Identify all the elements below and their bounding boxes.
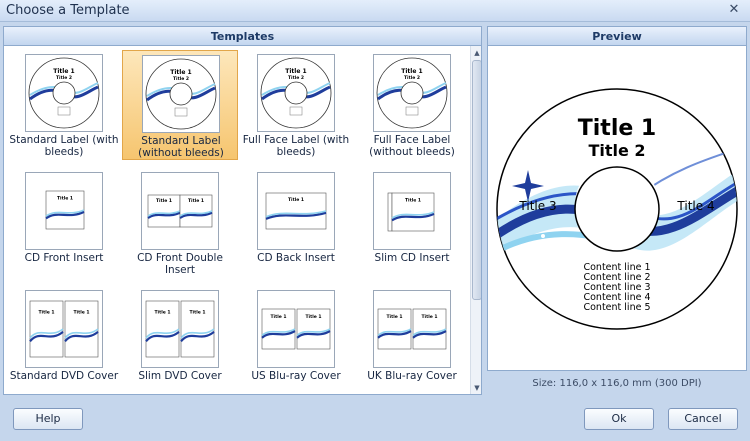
template-label: Slim CD Insert	[374, 252, 450, 264]
svg-text:Title 1: Title 1	[285, 68, 306, 75]
svg-text:Title 1: Title 1	[38, 309, 54, 315]
template-thumbnail: Title 1 Title 1	[141, 172, 219, 250]
template-tile[interactable]: Title 1 Title 2 Full Face Label (without…	[354, 50, 470, 160]
templates-list: Title 1 Title 2 Standard Label (with ble…	[3, 46, 482, 395]
svg-text:Title 1: Title 1	[170, 69, 191, 76]
svg-text:Title 2: Title 2	[288, 75, 304, 81]
preview-content-line: Content line 5	[583, 302, 650, 313]
template-tile[interactable]: Title 1 Title 1 US Blu-ray Cover	[238, 286, 354, 394]
template-thumbnail: Title 1 Title 1	[257, 290, 335, 368]
ok-button[interactable]: Ok	[584, 408, 654, 430]
preview-title3: Title 3	[518, 199, 556, 213]
template-tile[interactable]: Title 1 Title 1 Slim DVD Cover	[122, 286, 238, 394]
svg-text:Title 1: Title 1	[305, 314, 321, 320]
template-label: CD Front Double Insert	[137, 252, 223, 276]
cancel-button[interactable]: Cancel	[668, 408, 738, 430]
title-bar: Choose a Template ✕	[0, 0, 750, 22]
svg-text:Title 1: Title 1	[156, 198, 172, 204]
template-thumbnail: Title 1 Title 1	[25, 290, 103, 368]
template-tile[interactable]: Title 1 Slim CD Insert	[354, 168, 470, 278]
scroll-up-icon[interactable]: ▲	[471, 47, 481, 59]
template-thumbnail: Title 1 Title 2	[142, 55, 220, 133]
window-title: Choose a Template	[6, 3, 130, 18]
preview-disc: Title 1 Title 2 Title 3 Title 4 Content …	[496, 88, 738, 330]
template-label: Full Face Label (without bleeds)	[369, 134, 455, 158]
svg-text:Title 1: Title 1	[270, 314, 286, 320]
preview-panel: Title 1 Title 2 Title 3 Title 4 Content …	[487, 46, 747, 371]
preview-title2: Title 2	[588, 141, 645, 160]
template-thumbnail: Title 1 Title 2	[373, 54, 451, 132]
svg-text:Title 1: Title 1	[73, 309, 89, 315]
size-info: Size: 116,0 x 116,0 mm (300 DPI)	[532, 378, 702, 389]
template-thumbnail: Title 1	[257, 172, 335, 250]
template-tile[interactable]: Title 1 CD Back Insert	[238, 168, 354, 278]
template-tile[interactable]: Title 1 Title 1 UK Blu-ray Cover	[354, 286, 470, 394]
svg-text:Title 1: Title 1	[154, 309, 170, 315]
svg-text:Title 1: Title 1	[188, 198, 204, 204]
template-tile[interactable]: Title 1 Title 1 Standard DVD Cover	[6, 286, 122, 394]
svg-text:Title 2: Title 2	[404, 75, 420, 81]
svg-text:Title 1: Title 1	[386, 314, 402, 320]
template-tile[interactable]: Title 1 Title 2 Standard Label (with ble…	[6, 50, 122, 160]
template-tile[interactable]: Title 1 CD Front Insert	[6, 168, 122, 278]
svg-text:Title 1: Title 1	[405, 197, 421, 203]
template-label: CD Back Insert	[257, 252, 335, 264]
template-thumbnail: Title 1 Title 2	[257, 54, 335, 132]
scroll-down-icon[interactable]: ▼	[471, 382, 481, 394]
help-button[interactable]: Help	[13, 408, 83, 430]
template-label: Standard Label (with bleeds)	[9, 134, 119, 158]
template-label: Standard Label (without bleeds)	[138, 135, 224, 159]
templates-header: Templates	[3, 26, 482, 46]
svg-text:Title 2: Title 2	[56, 75, 72, 81]
svg-text:Title 1: Title 1	[401, 68, 422, 75]
template-tile[interactable]: Title 1 Title 2 Standard Label (without …	[122, 50, 238, 160]
template-tile[interactable]: Title 1 Title 2 Full Face Label (with bl…	[238, 50, 354, 160]
template-thumbnail: Title 1	[25, 172, 103, 250]
svg-text:Title 1: Title 1	[53, 68, 74, 75]
template-thumbnail: Title 1 Title 1	[141, 290, 219, 368]
template-label: Full Face Label (with bleeds)	[242, 134, 350, 158]
template-tile[interactable]: Title 1 Title 1 CD Front Double Insert	[122, 168, 238, 278]
template-thumbnail: Title 1 Title 1	[373, 290, 451, 368]
template-label: UK Blu-ray Cover	[367, 370, 457, 382]
svg-text:Title 1: Title 1	[421, 314, 437, 320]
preview-header: Preview	[487, 26, 747, 46]
template-label: CD Front Insert	[24, 252, 104, 264]
scroll-thumb[interactable]	[472, 60, 481, 300]
template-label: Slim DVD Cover	[138, 370, 222, 382]
template-thumbnail: Title 1	[373, 172, 451, 250]
preview-title1: Title 1	[578, 116, 657, 141]
template-thumbnail: Title 1 Title 2	[25, 54, 103, 132]
template-label: US Blu-ray Cover	[251, 370, 341, 382]
template-label: Standard DVD Cover	[9, 370, 119, 382]
svg-text:Title 1: Title 1	[57, 195, 73, 201]
svg-text:Title 1: Title 1	[288, 197, 304, 203]
close-icon[interactable]: ✕	[726, 2, 742, 18]
svg-text:Title 1: Title 1	[189, 309, 205, 315]
templates-scrollbar[interactable]: ▲ ▼	[470, 46, 481, 394]
preview-title4: Title 4	[676, 199, 714, 213]
svg-text:Title 2: Title 2	[173, 76, 189, 82]
